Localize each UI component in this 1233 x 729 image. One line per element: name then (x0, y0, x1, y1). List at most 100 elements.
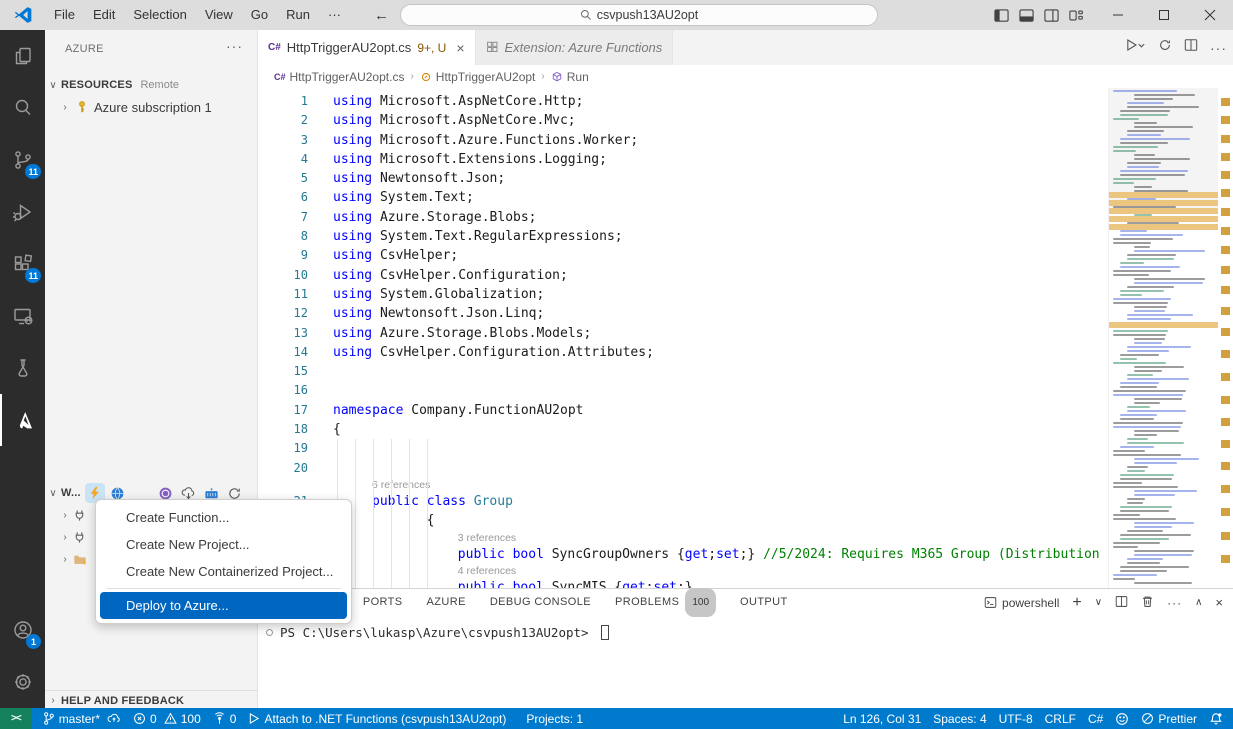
run-file-icon[interactable] (1126, 38, 1146, 57)
code-line[interactable]: 24public bool SyncMIS {get;set;} (258, 578, 1108, 588)
code-line[interactable]: 10using CsvHelper.Configuration; (258, 266, 1108, 285)
search-view-icon[interactable] (0, 82, 45, 134)
code-line[interactable]: 9using CsvHelper; (258, 246, 1108, 265)
indentation-item[interactable]: Spaces: 4 (927, 708, 992, 729)
debug-target-item[interactable]: Attach to .NET Functions (csvpush13AU2op… (242, 708, 512, 729)
breadcrumb-method[interactable]: Run (551, 70, 589, 84)
menu-more[interactable]: ··· (319, 0, 350, 30)
remote-explorer-icon[interactable] (0, 290, 45, 342)
accounts-icon[interactable]: 1 (0, 604, 45, 656)
code-line[interactable]: 20 (258, 459, 1108, 478)
code-line[interactable]: 1using Microsoft.AspNetCore.Http; (258, 92, 1108, 111)
menu-selection[interactable]: Selection (124, 0, 195, 30)
code-line[interactable]: 6using System.Text; (258, 188, 1108, 207)
terminal-dropdown-icon[interactable]: ∨ (1095, 597, 1102, 608)
kill-terminal-icon[interactable] (1141, 595, 1154, 611)
compare-changes-icon[interactable] (1158, 38, 1172, 57)
run-debug-icon[interactable] (0, 186, 45, 238)
code-line[interactable]: 22{ (258, 511, 1108, 530)
panel-more-actions-icon[interactable]: ··· (1167, 596, 1182, 610)
ports-status-item[interactable]: 0 (207, 708, 243, 729)
close-tab-icon[interactable]: × (456, 40, 464, 56)
close-window-button[interactable] (1187, 0, 1233, 30)
eol-item[interactable]: CRLF (1039, 708, 1082, 729)
maximize-button[interactable] (1141, 0, 1187, 30)
code-line[interactable]: 2using Microsoft.AspNetCore.Mvc; (258, 111, 1108, 130)
split-editor-icon[interactable] (1184, 38, 1198, 57)
azure-subscription-item[interactable]: › Azure subscription 1 (45, 96, 258, 118)
code-line[interactable]: 13using Azure.Storage.Blobs.Models; (258, 324, 1108, 343)
projects-status-item[interactable]: Projects: 1 (520, 708, 589, 729)
code-line[interactable]: 23public bool SyncGroupOwners {get;set;}… (258, 545, 1108, 564)
menu-item-create-function[interactable]: Create Function... (100, 504, 347, 531)
toggle-secondary-sidebar-icon[interactable] (1044, 8, 1059, 23)
menu-item-deploy-to-azure[interactable]: Deploy to Azure... (100, 592, 347, 619)
menu-view[interactable]: View (196, 0, 242, 30)
code-line[interactable]: 16 (258, 381, 1108, 400)
code-line[interactable]: 12using Newtonsoft.Json.Linq; (258, 304, 1108, 323)
menu-go[interactable]: Go (242, 0, 277, 30)
encoding-item[interactable]: UTF-8 (993, 708, 1039, 729)
tab-extension-azure-functions[interactable]: Extension: Azure Functions (476, 30, 674, 65)
menu-item-create-new-project[interactable]: Create New Project... (100, 531, 347, 558)
tab-azure[interactable]: AZURE (415, 589, 478, 616)
remote-indicator[interactable]: >< (0, 708, 32, 729)
settings-gear-icon[interactable] (0, 656, 45, 708)
terminal-content[interactable]: PS C:\Users\lukasp\Azure\csvpush13AU2opt… (266, 625, 609, 640)
extensions-icon[interactable]: 11 (0, 238, 45, 290)
tab-output[interactable]: OUTPUT (728, 589, 800, 616)
breadcrumb-class[interactable]: HttpTriggerAU2opt (420, 70, 536, 84)
maximize-panel-icon[interactable]: ∧ (1195, 597, 1202, 608)
split-terminal-icon[interactable] (1115, 595, 1128, 611)
editor-more-actions-icon[interactable]: ··· (1210, 40, 1227, 56)
sidebar-more-actions-icon[interactable]: ··· (226, 38, 243, 54)
testing-icon[interactable] (0, 342, 45, 394)
code-editor[interactable]: 1using Microsoft.AspNetCore.Http;2using … (258, 88, 1108, 588)
azure-view-icon[interactable] (0, 394, 45, 446)
code-line[interactable]: 3using Microsoft.Azure.Functions.Worker; (258, 131, 1108, 150)
notifications-item[interactable] (1203, 708, 1233, 729)
code-line[interactable]: 17namespace Company.FunctionAU2opt (258, 401, 1108, 420)
close-panel-icon[interactable]: × (1215, 595, 1223, 610)
minimap[interactable] (1108, 88, 1218, 588)
menu-run[interactable]: Run (277, 0, 319, 30)
language-mode-item[interactable]: C# (1082, 708, 1109, 729)
menu-edit[interactable]: Edit (84, 0, 124, 30)
resources-section-header[interactable]: ∨ RESOURCES Remote (45, 74, 258, 96)
git-branch-item[interactable]: master* (36, 708, 127, 729)
code-line[interactable]: 5using Newtonsoft.Json; (258, 169, 1108, 188)
explorer-icon[interactable] (0, 30, 45, 82)
help-feedback-section[interactable]: › HELP AND FEEDBACK (45, 690, 258, 708)
minimize-button[interactable] (1095, 0, 1141, 30)
tab-ports[interactable]: PORTS (351, 589, 415, 616)
codelens-references[interactable]: 3 references (258, 531, 1108, 545)
feedback-item[interactable] (1109, 708, 1135, 729)
new-terminal-icon[interactable]: + (1072, 594, 1081, 612)
overview-ruler[interactable] (1218, 88, 1233, 588)
breadcrumb-file[interactable]: C# HttpTriggerAU2opt.cs (274, 70, 404, 84)
problems-status-item[interactable]: 0 100 (127, 708, 207, 729)
tab-debug-console[interactable]: DEBUG CONSOLE (478, 589, 603, 616)
code-line[interactable]: 4using Microsoft.Extensions.Logging; (258, 150, 1108, 169)
command-center-search[interactable]: csvpush13AU2opt (400, 4, 878, 26)
nav-back-icon[interactable]: ← (364, 7, 399, 24)
toggle-sidebar-icon[interactable] (994, 8, 1009, 23)
code-line[interactable]: 15 (258, 362, 1108, 381)
menu-file[interactable]: File (45, 0, 84, 30)
code-line[interactable]: 7using Azure.Storage.Blobs; (258, 208, 1108, 227)
customize-layout-icon[interactable] (1069, 8, 1085, 23)
codelens-references[interactable]: 4 references (258, 564, 1108, 578)
code-line[interactable]: 18{ (258, 420, 1108, 439)
prettier-item[interactable]: Prettier (1135, 708, 1203, 729)
cursor-position-item[interactable]: Ln 126, Col 31 (837, 708, 927, 729)
tab-problems[interactable]: PROBLEMS100 (603, 589, 728, 616)
terminal-instance-item[interactable]: powershell (984, 596, 1059, 610)
code-line[interactable]: 8using System.Text.RegularExpressions; (258, 227, 1108, 246)
source-control-icon[interactable]: 11 (0, 134, 45, 186)
code-line[interactable]: 14using CsvHelper.Configuration.Attribut… (258, 343, 1108, 362)
code-line[interactable]: 21public class Group (258, 492, 1108, 511)
code-line[interactable]: 11using System.Globalization; (258, 285, 1108, 304)
tab-httptrigger[interactable]: C# HttpTriggerAU2opt.cs 9+, U × (258, 30, 476, 65)
menu-item-create-containerized-project[interactable]: Create New Containerized Project... (100, 558, 347, 585)
toggle-panel-icon[interactable] (1019, 8, 1034, 23)
